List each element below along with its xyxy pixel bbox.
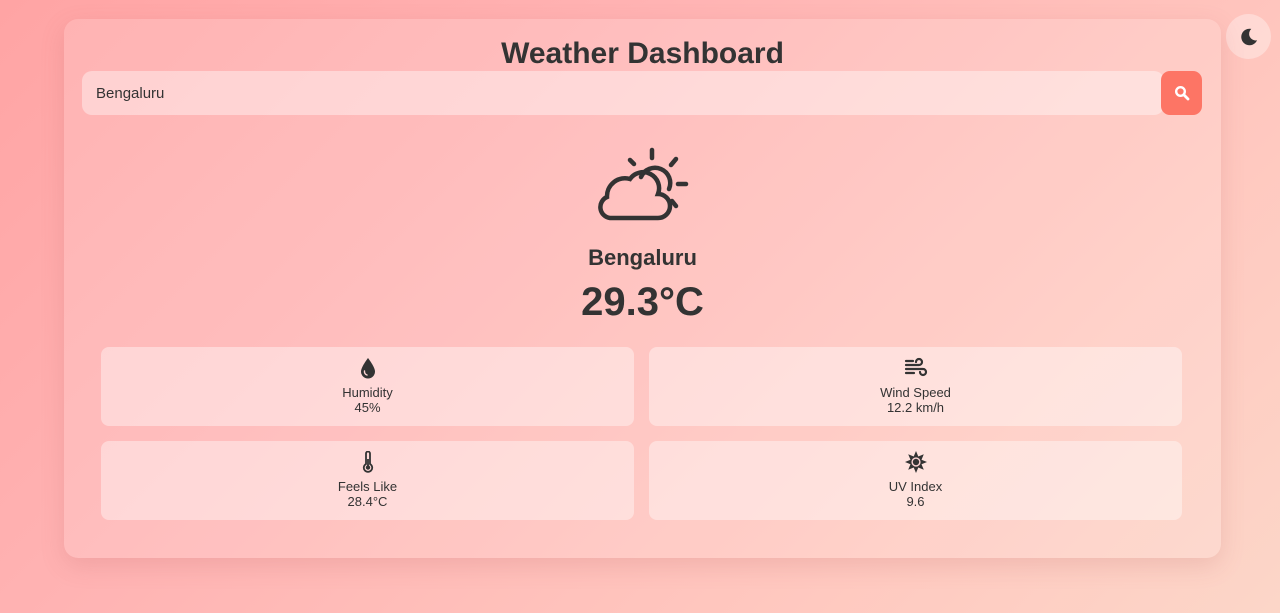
temperature-value: 29.3°C xyxy=(581,280,704,324)
humidity-value: 45% xyxy=(354,400,381,415)
city-search-input[interactable] xyxy=(82,71,1164,115)
humidity-card: Humidity 45% xyxy=(101,347,634,426)
humidity-label: Humidity xyxy=(342,385,393,400)
wind-icon xyxy=(904,357,927,377)
uv-index-label: UV Index xyxy=(888,479,943,494)
thermometer-icon xyxy=(362,451,373,473)
search-icon xyxy=(1174,85,1189,101)
feels-like-value: 28.4°C xyxy=(347,494,388,509)
weather-card: Weather Dashboard Bengaluru 29.3°C Humid… xyxy=(64,19,1221,558)
city-name: Bengaluru xyxy=(588,245,697,270)
sun-icon xyxy=(904,451,927,473)
page-title: Weather Dashboard xyxy=(501,37,784,70)
uv-index-card: UV Index 9.6 xyxy=(649,441,1182,520)
wind-speed-card: Wind Speed 12.2 km/h xyxy=(649,347,1182,426)
partly-cloudy-icon xyxy=(598,147,689,221)
feels-like-card: Feels Like 28.4°C xyxy=(101,441,634,520)
moon-icon xyxy=(1240,28,1257,45)
feels-like-label: Feels Like xyxy=(337,479,398,494)
search-button[interactable] xyxy=(1161,71,1202,115)
uv-index-value: 9.6 xyxy=(906,494,925,509)
droplet-icon xyxy=(360,358,375,379)
wind-speed-value: 12.2 km/h xyxy=(886,400,945,415)
theme-toggle-button[interactable] xyxy=(1226,14,1271,59)
wind-speed-label: Wind Speed xyxy=(880,385,951,400)
